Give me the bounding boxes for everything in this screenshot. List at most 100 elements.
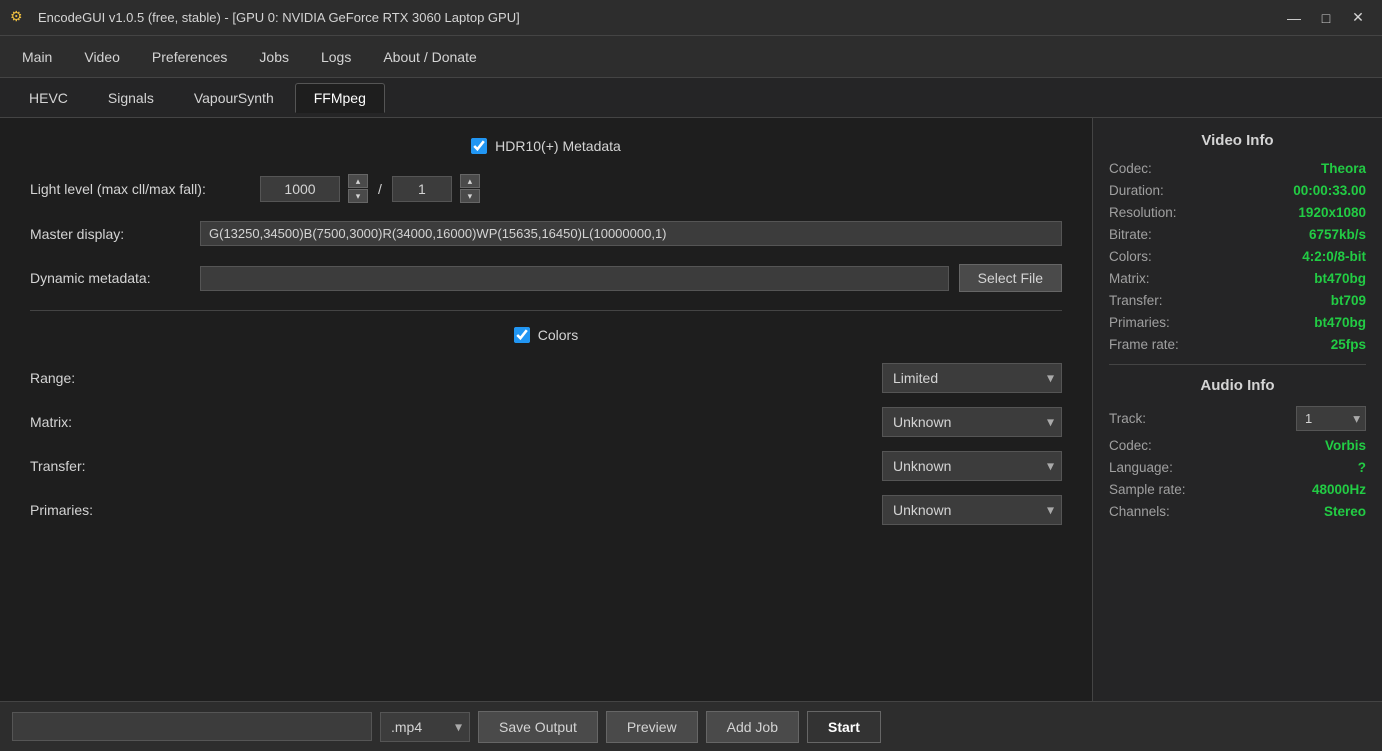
video-codec-row: Codec: Theora [1109, 161, 1366, 176]
master-display-input[interactable] [200, 221, 1062, 246]
colors-row: Colors [30, 327, 1062, 343]
audio-info-header: Audio Info [1109, 377, 1366, 394]
primaries-row: Primaries: Unknown bt709 bt470bg smpte17… [30, 495, 1062, 525]
video-codec-value: Theora [1321, 161, 1366, 176]
video-framerate-row: Frame rate: 25fps [1109, 337, 1366, 352]
audio-track-label: Track: [1109, 411, 1146, 426]
audio-language-row: Language: ? [1109, 460, 1366, 475]
save-output-button[interactable]: Save Output [478, 711, 598, 743]
titlebar: ⚙ EncodeGUI v1.0.5 (free, stable) - [GPU… [0, 0, 1382, 36]
spinbox-up-2[interactable]: ▴ [460, 174, 480, 188]
maximize-button[interactable]: □ [1312, 6, 1340, 30]
video-bitrate-row: Bitrate: 6757kb/s [1109, 227, 1366, 242]
format-wrapper: .mp4 .mkv .mov .webm [380, 712, 470, 742]
matrix-label: Matrix: [30, 414, 150, 430]
format-select[interactable]: .mp4 .mkv .mov .webm [380, 712, 470, 742]
audio-codec-label: Codec: [1109, 438, 1152, 453]
menubar: Main Video Preferences Jobs Logs About /… [0, 36, 1382, 78]
video-primaries-label: Primaries: [1109, 315, 1170, 330]
spinbox-container-1: ▴ ▾ [260, 174, 368, 203]
video-matrix-label: Matrix: [1109, 271, 1150, 286]
range-label: Range: [30, 370, 150, 386]
info-divider [1109, 364, 1366, 365]
output-path-input[interactable] [12, 712, 372, 741]
tab-ffmpeg[interactable]: FFMpeg [295, 83, 385, 113]
dynamic-metadata-label: Dynamic metadata: [30, 270, 190, 286]
video-transfer-value: bt709 [1331, 293, 1366, 308]
video-duration-label: Duration: [1109, 183, 1164, 198]
select-file-button[interactable]: Select File [959, 264, 1062, 292]
minimize-button[interactable]: — [1280, 6, 1308, 30]
tab-hevc[interactable]: HEVC [10, 83, 87, 113]
app-title: EncodeGUI v1.0.5 (free, stable) - [GPU 0… [38, 10, 520, 25]
video-bitrate-label: Bitrate: [1109, 227, 1152, 242]
video-resolution-label: Resolution: [1109, 205, 1177, 220]
spinbox-buttons-2: ▴ ▾ [460, 174, 480, 203]
titlebar-controls: — □ ✕ [1280, 6, 1372, 30]
range-select[interactable]: Limited Full [882, 363, 1062, 393]
light-level-row: Light level (max cll/max fall): ▴ ▾ / ▴ … [30, 174, 1062, 203]
close-button[interactable]: ✕ [1344, 6, 1372, 30]
titlebar-left: ⚙ EncodeGUI v1.0.5 (free, stable) - [GPU… [10, 8, 520, 28]
right-panel: Video Info Codec: Theora Duration: 00:00… [1092, 118, 1382, 701]
slash-separator: / [378, 181, 382, 197]
video-framerate-label: Frame rate: [1109, 337, 1179, 352]
audio-channels-label: Channels: [1109, 504, 1170, 519]
audio-samplerate-row: Sample rate: 48000Hz [1109, 482, 1366, 497]
menu-item-main[interactable]: Main [8, 43, 66, 71]
colors-checkbox[interactable] [514, 327, 530, 343]
tab-vapoursynth[interactable]: VapourSynth [175, 83, 293, 113]
main-content: HDR10(+) Metadata Light level (max cll/m… [0, 118, 1382, 701]
preview-button[interactable]: Preview [606, 711, 698, 743]
dynamic-metadata-row: Dynamic metadata: Select File [30, 264, 1062, 292]
spinbox-down-1[interactable]: ▾ [348, 189, 368, 203]
video-resolution-row: Resolution: 1920x1080 [1109, 205, 1366, 220]
menu-item-preferences[interactable]: Preferences [138, 43, 241, 71]
audio-codec-value: Vorbis [1325, 438, 1366, 453]
matrix-dropdown-wrapper: Unknown bt709 bt470bg smpte170m bt2020nc [882, 407, 1062, 437]
matrix-select[interactable]: Unknown bt709 bt470bg smpte170m bt2020nc [882, 407, 1062, 437]
video-primaries-value: bt470bg [1314, 315, 1366, 330]
tab-signals[interactable]: Signals [89, 83, 173, 113]
video-duration-value: 00:00:33.00 [1293, 183, 1366, 198]
range-dropdown-wrapper: Limited Full [882, 363, 1062, 393]
colors-label: Colors [538, 327, 578, 343]
light-level-input1[interactable] [260, 176, 340, 202]
video-transfer-row: Transfer: bt709 [1109, 293, 1366, 308]
bottom-bar: .mp4 .mkv .mov .webm Save Output Preview… [0, 701, 1382, 751]
audio-language-value: ? [1358, 460, 1366, 475]
primaries-dropdown-wrapper: Unknown bt709 bt470bg smpte170m bt2020 [882, 495, 1062, 525]
video-framerate-value: 25fps [1331, 337, 1366, 352]
audio-codec-row: Codec: Vorbis [1109, 438, 1366, 453]
range-row: Range: Limited Full [30, 363, 1062, 393]
tabbar: HEVC Signals VapourSynth FFMpeg [0, 78, 1382, 118]
menu-item-video[interactable]: Video [70, 43, 134, 71]
video-primaries-row: Primaries: bt470bg [1109, 315, 1366, 330]
video-info-header: Video Info [1109, 132, 1366, 149]
primaries-select[interactable]: Unknown bt709 bt470bg smpte170m bt2020 [882, 495, 1062, 525]
menu-item-jobs[interactable]: Jobs [245, 43, 303, 71]
video-matrix-value: bt470bg [1314, 271, 1366, 286]
add-job-button[interactable]: Add Job [706, 711, 799, 743]
transfer-label: Transfer: [30, 458, 150, 474]
hdr-metadata-checkbox[interactable] [471, 138, 487, 154]
spinbox-up-1[interactable]: ▴ [348, 174, 368, 188]
menu-item-logs[interactable]: Logs [307, 43, 365, 71]
menu-item-about-donate[interactable]: About / Donate [369, 43, 490, 71]
primaries-label: Primaries: [30, 502, 150, 518]
hdr-metadata-row: HDR10(+) Metadata [30, 138, 1062, 154]
transfer-row: Transfer: Unknown bt709 bt470bg smpte170… [30, 451, 1062, 481]
video-bitrate-value: 6757kb/s [1309, 227, 1366, 242]
light-level-input2[interactable] [392, 176, 452, 202]
audio-track-select[interactable]: 1 2 3 [1296, 406, 1366, 431]
spinbox-down-2[interactable]: ▾ [460, 189, 480, 203]
dynamic-metadata-input[interactable] [200, 266, 949, 291]
video-resolution-value: 1920x1080 [1298, 205, 1366, 220]
audio-language-label: Language: [1109, 460, 1173, 475]
start-button[interactable]: Start [807, 711, 881, 743]
transfer-select[interactable]: Unknown bt709 bt470bg smpte170m bt2020-1… [882, 451, 1062, 481]
video-transfer-label: Transfer: [1109, 293, 1163, 308]
video-colors-label: Colors: [1109, 249, 1152, 264]
matrix-row: Matrix: Unknown bt709 bt470bg smpte170m … [30, 407, 1062, 437]
light-level-label: Light level (max cll/max fall): [30, 181, 250, 197]
